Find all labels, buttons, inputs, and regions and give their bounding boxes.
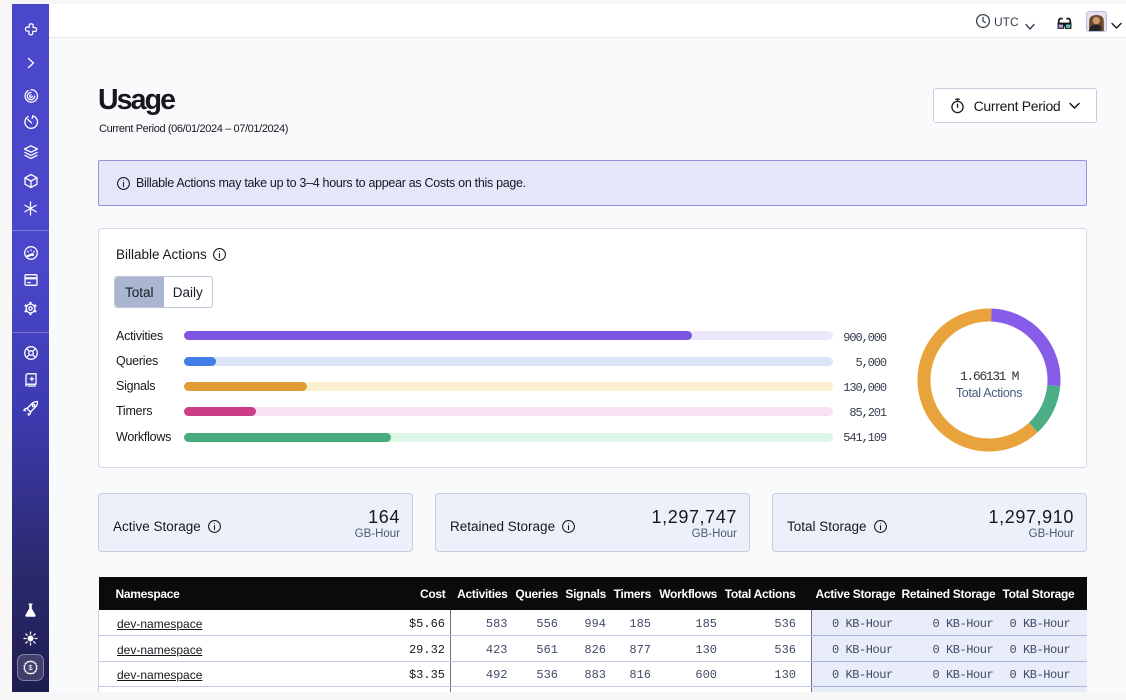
svg-text:$: $ bbox=[28, 663, 33, 672]
